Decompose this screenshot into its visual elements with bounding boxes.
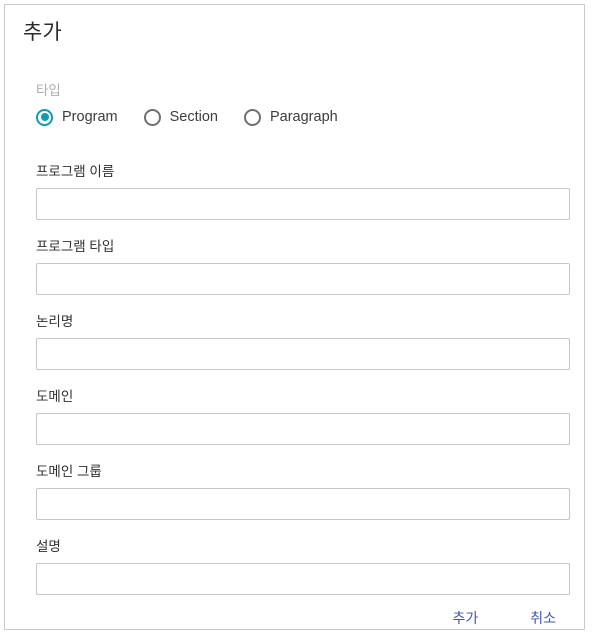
dialog-action-bar: 추가 취소 [5, 603, 566, 629]
field-group-description: 설명 [36, 538, 570, 595]
field-group-domain: 도메인 [36, 388, 570, 445]
radio-option-paragraph[interactable]: Paragraph [243, 108, 338, 126]
description-input[interactable] [36, 563, 570, 595]
type-radio-group: 타입 Program Section Paragraph [36, 82, 556, 126]
radio-label-section: Section [169, 109, 218, 125]
field-label-logical-name: 논리명 [36, 314, 74, 329]
radio-unselected-icon [143, 108, 161, 126]
field-group-program-name: 프로그램 이름 [36, 163, 570, 220]
field-group-domain-group: 도메인 그룹 [36, 463, 570, 520]
domain-input[interactable] [36, 413, 570, 445]
add-dialog: 추가 타입 Program Section Paragraph 프로그램 이름 … [4, 4, 585, 630]
field-label-program-name: 프로그램 이름 [36, 164, 115, 179]
dialog-body: 타입 Program Section Paragraph 프로그램 이름 프로그… [5, 69, 584, 629]
radio-selected-icon [36, 108, 53, 126]
cancel-button[interactable]: 취소 [520, 603, 566, 629]
radio-option-section[interactable]: Section [143, 108, 218, 126]
field-label-domain-group: 도메인 그룹 [36, 464, 102, 479]
radio-unselected-icon [243, 108, 261, 126]
page-title: 추가 [23, 21, 62, 44]
field-group-logical-name: 논리명 [36, 313, 570, 370]
program-type-input[interactable] [36, 263, 570, 295]
program-name-input[interactable] [36, 188, 570, 220]
radio-row: Program Section Paragraph [36, 108, 556, 126]
logical-name-input[interactable] [36, 338, 570, 370]
radio-label-program: Program [62, 109, 118, 125]
type-group-label: 타입 [36, 83, 61, 98]
radio-option-program[interactable]: Program [36, 108, 118, 126]
field-label-description: 설명 [36, 539, 61, 554]
field-label-program-type: 프로그램 타입 [36, 239, 115, 254]
radio-label-paragraph: Paragraph [269, 109, 338, 125]
domain-group-input[interactable] [36, 488, 570, 520]
field-group-program-type: 프로그램 타입 [36, 238, 570, 295]
field-label-domain: 도메인 [36, 389, 74, 404]
add-button[interactable]: 추가 [442, 603, 488, 629]
